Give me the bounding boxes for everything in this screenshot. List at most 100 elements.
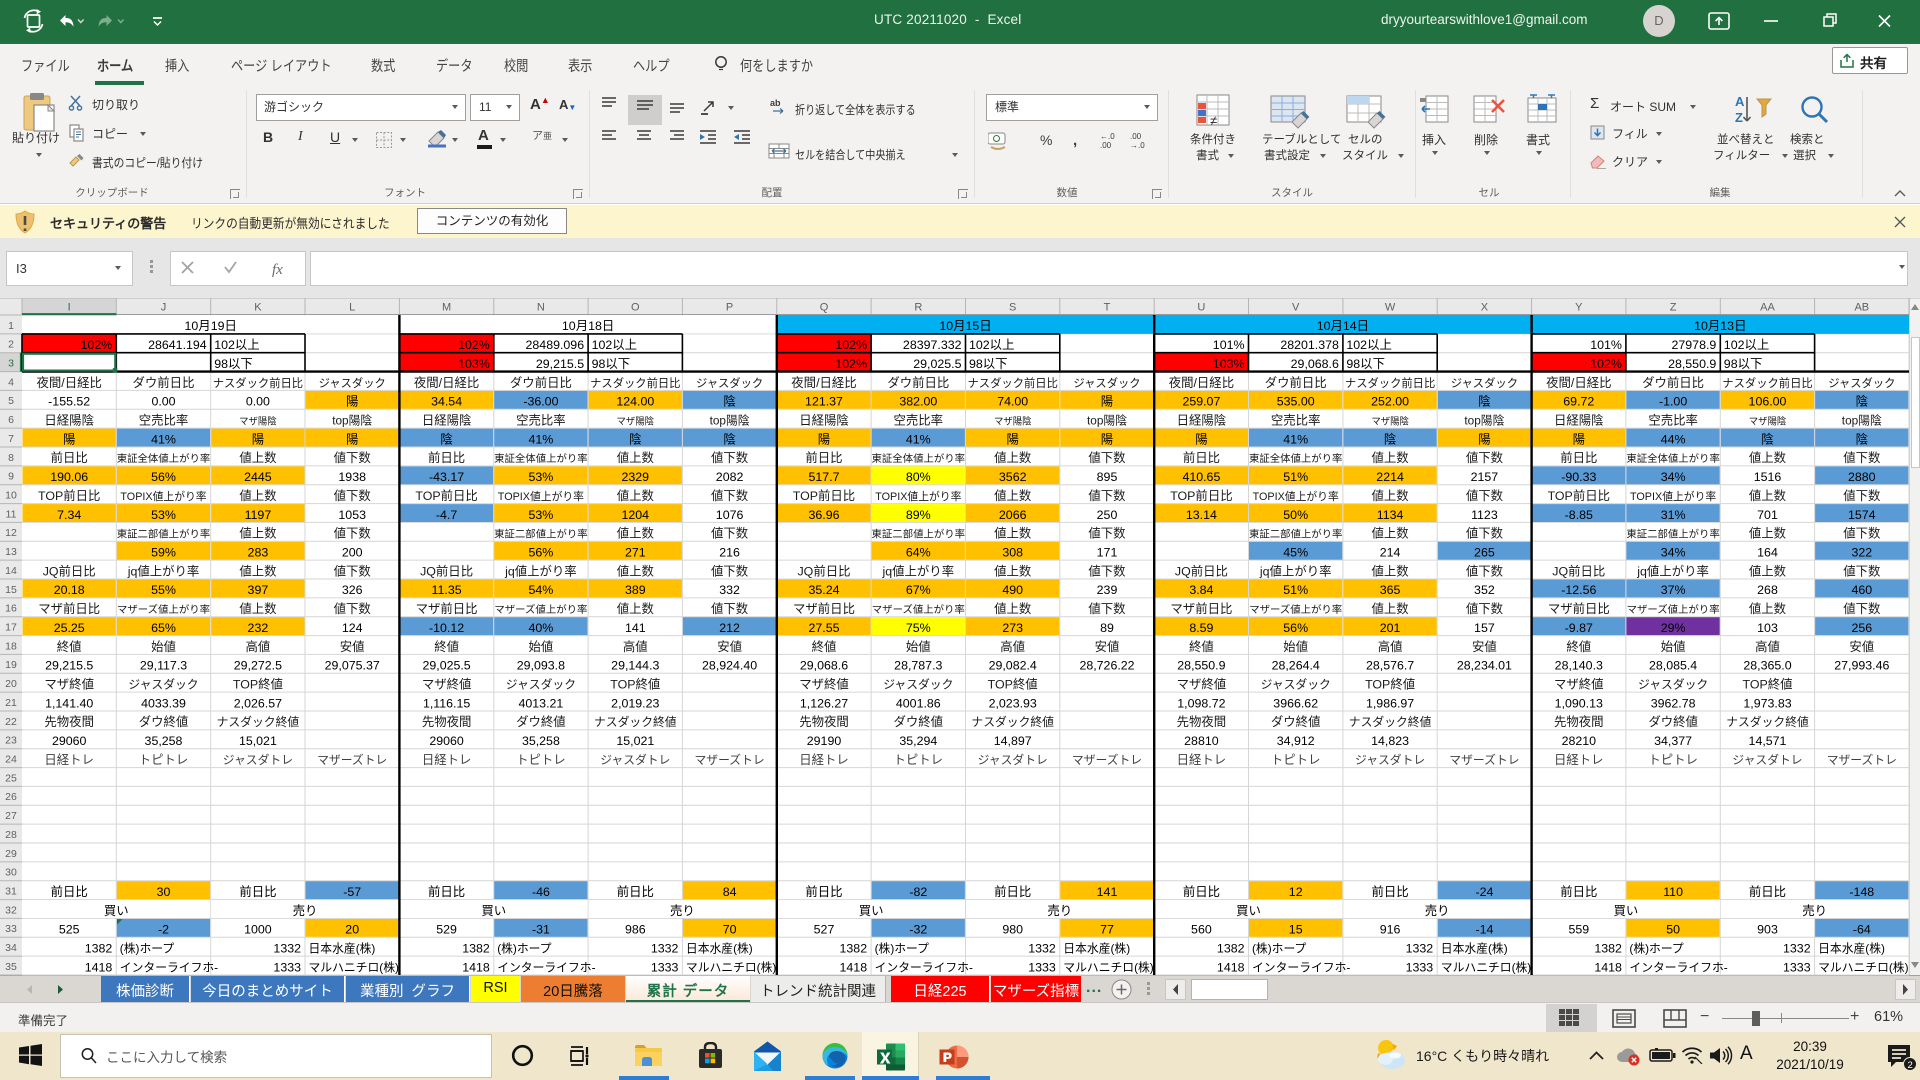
svg-text:陰: 陰 [1478,395,1491,409]
svg-text:O: O [631,302,640,314]
svg-text:164: 164 [1757,546,1778,560]
svg-text:1134: 1134 [1377,508,1404,522]
svg-text:10月14日: 10月14日 [1317,319,1369,333]
svg-text:売り: 売り [1802,903,1827,918]
svg-text:29,272.5: 29,272.5 [234,659,282,673]
svg-text:101%: 101% [1590,338,1622,352]
svg-text:値上数: 値上数 [994,450,1032,465]
svg-text:値上数: 値上数 [1372,601,1410,616]
svg-text:560: 560 [1191,923,1212,937]
svg-text:7.34: 7.34 [57,508,81,522]
svg-text:27.55: 27.55 [808,621,839,635]
svg-text:34%: 34% [1661,470,1686,484]
svg-text:値下数: 値下数 [1088,450,1126,465]
svg-text:先物夜間: 先物夜間 [422,714,472,729]
svg-text:前日比: 前日比 [805,450,842,465]
svg-text:マザ前日比: マザ前日比 [38,601,100,616]
svg-text:top陽陰: top陽陰 [1087,414,1127,428]
svg-text:値下数: 値下数 [1843,450,1881,465]
svg-text:JQ前日比: JQ前日比 [797,563,850,578]
svg-text:1,141.40: 1,141.40 [45,696,93,710]
svg-text:1418: 1418 [85,960,113,974]
svg-text:陽: 陽 [252,432,264,446]
svg-text:マザ陽陰: マザ陽陰 [1749,416,1787,427]
svg-text:65%: 65% [151,621,176,635]
svg-text:28,726.22: 28,726.22 [1079,659,1134,673]
svg-text:50%: 50% [1283,508,1308,522]
svg-text:(株)ホープ: (株)ホープ [1629,942,1684,956]
svg-text:10月15日: 10月15日 [939,319,991,333]
svg-text:0.00: 0.00 [246,395,270,409]
svg-text:終値: 終値 [434,639,459,654]
svg-text:35,294: 35,294 [899,734,937,748]
svg-text:9: 9 [8,471,14,483]
svg-text:27,993.46: 27,993.46 [1834,659,1889,673]
svg-text:397: 397 [248,583,269,597]
svg-text:98以下: 98以下 [969,357,1008,371]
svg-text:102以上: 102以上 [592,338,637,352]
svg-text:TOP前日比: TOP前日比 [415,488,477,503]
svg-text:終値: 終値 [1566,639,1591,654]
svg-text:56%: 56% [528,546,553,560]
svg-text:Y: Y [1575,302,1583,314]
svg-text:A: A [1735,94,1745,109]
svg-text:4033.39: 4033.39 [141,696,186,710]
svg-text:29,082.4: 29,082.4 [989,659,1037,673]
svg-text:日経トレ: 日経トレ [44,753,94,767]
svg-text:空売比率: 空売比率 [1271,413,1321,428]
svg-text:-82: -82 [909,885,927,899]
svg-text:11: 11 [6,508,17,520]
svg-text:(株)ホープ: (株)ホープ [875,942,930,956]
svg-text:JQ前日比: JQ前日比 [1175,563,1228,578]
svg-text:28,365.0: 28,365.0 [1743,659,1791,673]
svg-text:jq値上がり率: jq値上がり率 [881,563,954,578]
svg-text:値下数: 値下数 [1088,526,1126,541]
svg-text:ジャスダック: ジャスダック [1638,678,1708,692]
svg-text:Q: Q [820,302,829,314]
svg-text:TOPIX値上がり率: TOPIX値上がり率 [1630,489,1716,503]
svg-text:1,090.13: 1,090.13 [1555,696,1603,710]
svg-text:1333: 1333 [273,960,301,974]
svg-text:239: 239 [1097,583,1118,597]
svg-text:1,098.72: 1,098.72 [1177,696,1225,710]
svg-text:ジャスダトレ: ジャスダトレ [1732,753,1802,767]
svg-text:20: 20 [5,678,17,690]
svg-text:2880: 2880 [1848,470,1876,484]
svg-text:106.00: 106.00 [1749,395,1787,409]
svg-text:27978.9: 27978.9 [1672,338,1717,352]
svg-text:ダウ前日比: ダウ前日比 [1642,375,1704,390]
svg-text:29,068.6: 29,068.6 [800,659,848,673]
svg-text:値上数: 値上数 [1372,563,1410,578]
svg-text:16: 16 [5,603,17,615]
svg-text:28641.194: 28641.194 [148,338,207,352]
svg-text:値上数: 値上数 [1749,601,1787,616]
svg-text:マザーズ値上がり率: マザーズ値上がり率 [872,603,965,616]
svg-text:1333: 1333 [1406,960,1434,974]
svg-text:14,897: 14,897 [994,734,1032,748]
svg-text:ジャスダック: ジャスダック [1828,376,1895,390]
svg-text:→.0: →.0 [1130,141,1145,150]
svg-text:陰: 陰 [723,432,736,446]
svg-text:12: 12 [1289,885,1303,899]
svg-text:M: M [442,302,451,314]
svg-text:-14: -14 [1475,923,1493,937]
svg-text:値上数: 値上数 [239,563,277,578]
svg-text:-155.52: -155.52 [48,395,90,409]
svg-text:30: 30 [5,867,17,879]
svg-text:日経陽陰: 日経陽陰 [44,414,94,428]
svg-text:84: 84 [723,885,737,899]
svg-text:ジャスダック: ジャスダック [506,678,576,692]
svg-text:夜間/日経比: 夜間/日経比 [791,375,856,390]
svg-text:214: 214 [1380,546,1401,560]
svg-text:値下数: 値下数 [334,488,372,503]
svg-text:10月18日: 10月18日 [562,319,614,333]
svg-text:東証二部値上がり率: 東証二部値上がり率 [1626,528,1720,541]
svg-text:高値: 高値 [246,639,271,654]
svg-text:69.72: 69.72 [1563,395,1594,409]
svg-text:21: 21 [5,697,17,709]
svg-text:1382: 1382 [1594,942,1622,956]
svg-text:L: L [349,302,355,314]
svg-text:東証全体値上がり率: 東証全体値上がり率 [1626,452,1720,465]
svg-text:ナスダック終値: ナスダック終値 [217,715,300,729]
svg-text:前日比: 前日比 [428,450,465,465]
